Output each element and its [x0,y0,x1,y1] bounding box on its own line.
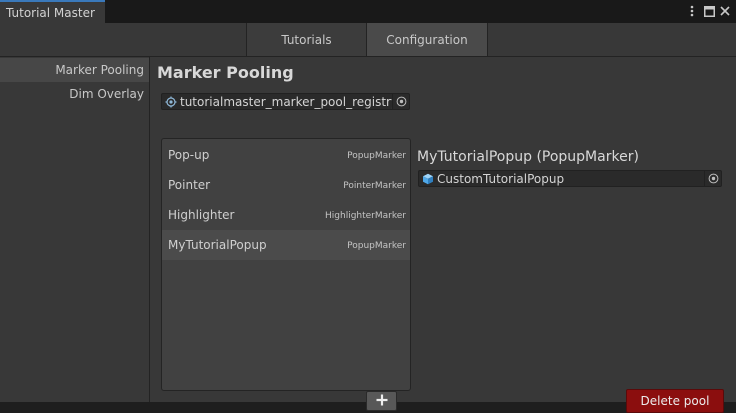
page-title: Marker Pooling [157,63,294,82]
list-item-type: PopupMarker [347,151,406,161]
tab-tutorials[interactable]: Tutorials [246,23,367,56]
delete-pool-button[interactable]: Delete pool [626,389,724,413]
main-panel: Marker Pooling tutorialmaster_marker_poo… [151,57,736,413]
window-tab[interactable]: Tutorial Master [0,0,105,23]
kebab-menu-icon[interactable] [684,3,700,19]
tab-bar: Tutorials Configuration [0,23,736,57]
registry-object-value: tutorialmaster_marker_pool_registry ( [180,94,392,109]
list-item[interactable]: Highlighter HighlighterMarker [162,200,410,230]
list-item-name: Highlighter [168,208,235,222]
sidebar-item-dim-overlay[interactable]: Dim Overlay [0,82,149,106]
object-picker-icon[interactable] [392,94,409,109]
window-content: Tutorials Configuration Marker Pooling D… [0,23,736,413]
sidebar: Marker Pooling Dim Overlay [0,57,150,402]
list-item-type: PointerMarker [343,181,406,191]
list-item[interactable]: Pointer PointerMarker [162,170,410,200]
prefab-object-value: CustomTutorialPopup [437,171,565,186]
list-item-name: Pointer [168,178,211,192]
pool-detail-title: MyTutorialPopup (PopupMarker) [417,149,639,165]
pool-list: Pop-up PopupMarker Pointer PointerMarker… [161,138,411,391]
sidebar-item-marker-pooling[interactable]: Marker Pooling [0,58,149,82]
tab-configuration[interactable]: Configuration [367,23,488,56]
registry-object-field[interactable]: tutorialmaster_marker_pool_registry ( [161,93,410,110]
close-icon[interactable] [717,3,733,19]
plus-icon [376,394,388,409]
add-pool-button[interactable] [366,391,397,411]
list-item-type: PopupMarker [347,241,406,251]
scriptable-object-icon [164,95,178,109]
list-item-name: Pop-up [168,148,210,162]
list-item-selected[interactable]: MyTutorialPopup PopupMarker [162,230,410,260]
window-titlebar: Tutorial Master [0,0,736,23]
prefab-object-field[interactable]: CustomTutorialPopup [418,170,722,187]
list-item-name: MyTutorialPopup [168,238,267,252]
prefab-cube-icon [421,172,435,186]
list-item[interactable]: Pop-up PopupMarker [162,140,410,170]
maximize-icon[interactable] [701,3,717,19]
object-picker-icon[interactable] [704,171,721,186]
window-title: Tutorial Master [6,6,95,20]
list-item-type: HighlighterMarker [325,211,406,221]
